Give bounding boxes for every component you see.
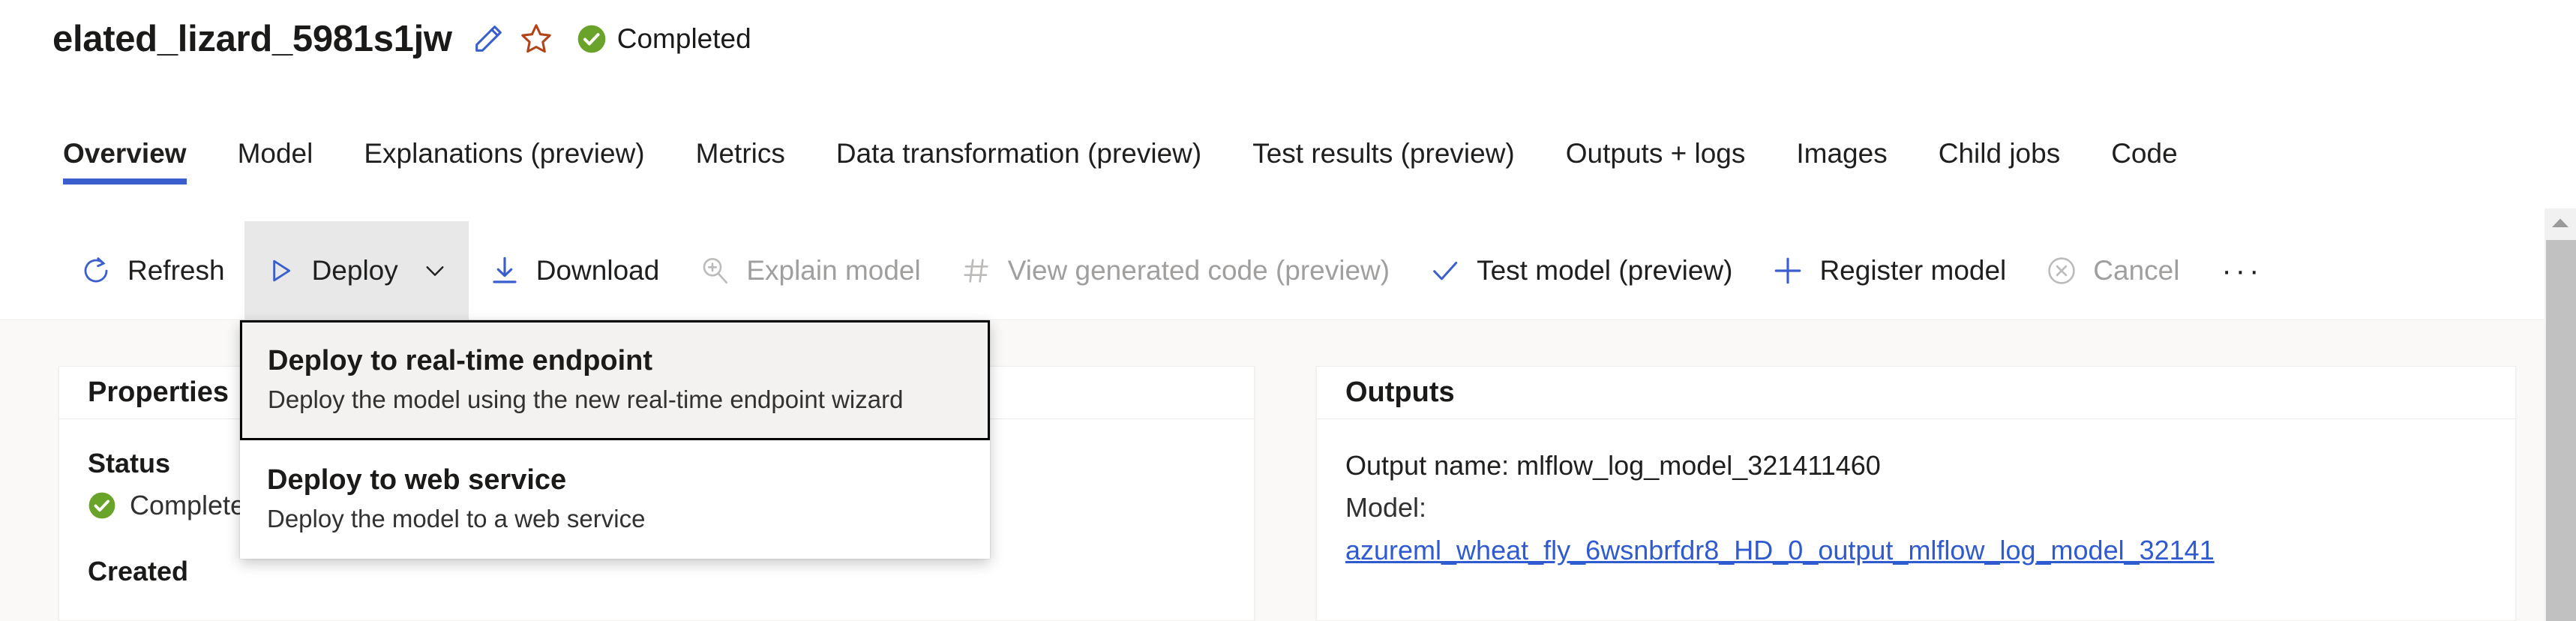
outputs-card-header: Outputs [1317, 367, 2515, 419]
check-circle-icon [577, 24, 607, 54]
cancel-button: Cancel [2026, 221, 2199, 320]
test-model-button[interactable]: Test model (preview) [1409, 221, 1752, 320]
tab-outputs-logs[interactable]: Outputs + logs [1540, 120, 1771, 204]
download-label: Download [535, 254, 660, 286]
tab-overview[interactable]: Overview [63, 120, 212, 204]
view-generated-code-button: View generated code (preview) [940, 221, 1409, 320]
tab-label: Explanations (preview) [364, 138, 645, 169]
plus-icon [1771, 254, 1804, 287]
page-title: elated_lizard_5981s1jw [52, 19, 452, 59]
explain-model-button: Explain model [679, 221, 940, 320]
app-root: elated_lizard_5981s1jw Completed Overvie… [0, 0, 2576, 621]
tab-label: Model [237, 138, 313, 169]
scrollbar-thumb[interactable] [2546, 240, 2576, 621]
tab-images[interactable]: Images [1771, 120, 1912, 204]
tab-label: Overview [63, 138, 187, 169]
outputs-card: Outputs Output name: mlflow_log_model_32… [1316, 366, 2516, 621]
tab-label: Images [1796, 138, 1888, 169]
command-bar: Refresh Deploy Download Explain model Vi… [0, 220, 2545, 320]
tab-metrics[interactable]: Metrics [670, 120, 811, 204]
tab-data-transformation[interactable]: Data transformation (preview) [811, 120, 1227, 204]
status-text: Completed [616, 23, 751, 54]
status-badge: Completed [577, 22, 751, 56]
tab-model[interactable]: Model [212, 120, 339, 204]
download-button[interactable]: Download [469, 221, 679, 320]
menu-item-description: Deploy the model using the new real-time… [268, 386, 904, 413]
explain-model-label: Explain model [746, 254, 921, 286]
tab-label: Test results (preview) [1252, 138, 1515, 169]
download-icon [488, 254, 521, 287]
tab-label: Data transformation (preview) [835, 138, 1202, 169]
tab-test-results[interactable]: Test results (preview) [1227, 120, 1540, 204]
cancel-label: Cancel [2093, 254, 2180, 286]
register-model-label: Register model [1819, 254, 2007, 286]
outputs-card-body: Output name: mlflow_log_model_321411460 … [1317, 419, 2515, 572]
ellipsis-icon: ··· [2221, 254, 2263, 287]
chevron-down-icon [421, 256, 449, 285]
refresh-label: Refresh [127, 254, 225, 286]
view-generated-code-label: View generated code (preview) [1007, 254, 1390, 286]
menu-item-deploy-realtime-endpoint[interactable]: Deploy to real-time endpoint Deploy the … [240, 320, 990, 440]
tab-bar: Overview Model Explanations (preview) Me… [0, 120, 2576, 204]
menu-item-description: Deploy the model to a web service [267, 505, 646, 532]
tab-label: Child jobs [1938, 138, 2061, 169]
menu-item-deploy-web-service[interactable]: Deploy to web service Deploy the model t… [240, 440, 990, 559]
tab-label: Outputs + logs [1565, 138, 1746, 169]
deploy-button[interactable]: Deploy [244, 220, 469, 320]
test-model-label: Test model (preview) [1477, 254, 1733, 286]
check-circle-icon [88, 490, 118, 520]
vertical-scrollbar[interactable] [2545, 208, 2576, 621]
menu-item-title: Deploy to web service [267, 464, 567, 496]
pencil-icon[interactable] [469, 20, 508, 58]
page-header: elated_lizard_5981s1jw Completed [52, 16, 751, 62]
tab-label: Metrics [695, 138, 785, 169]
tab-child-jobs[interactable]: Child jobs [1913, 120, 2086, 204]
menu-item-title: Deploy to real-time endpoint [268, 345, 653, 376]
scroll-up-button[interactable] [2545, 208, 2576, 240]
cancel-circle-icon [2045, 254, 2078, 287]
tab-code[interactable]: Code [2086, 120, 2203, 204]
model-asset-link[interactable]: azureml_wheat_fly_6wsnbrfdr8_HD_0_output… [1345, 529, 2487, 572]
hash-icon [960, 254, 993, 287]
deploy-dropdown-menu: Deploy to real-time endpoint Deploy the … [240, 320, 990, 559]
register-model-button[interactable]: Register model [1752, 221, 2026, 320]
magnifier-plus-icon [698, 254, 731, 287]
star-outline-icon[interactable] [517, 20, 556, 58]
tab-explanations[interactable]: Explanations (preview) [338, 120, 670, 204]
overflow-menu-button[interactable]: ··· [2199, 221, 2285, 320]
play-triangle-icon [264, 254, 297, 287]
refresh-button[interactable]: Refresh [60, 221, 244, 320]
output-name-line: Output name: mlflow_log_model_321411460 [1345, 450, 1881, 481]
refresh-icon [79, 254, 112, 287]
tab-label: Code [2111, 138, 2178, 169]
checkmark-icon [1429, 254, 1462, 287]
triangle-up-icon [2551, 217, 2570, 232]
model-line: Model: [1345, 492, 1427, 523]
deploy-label: Deploy [311, 254, 398, 286]
